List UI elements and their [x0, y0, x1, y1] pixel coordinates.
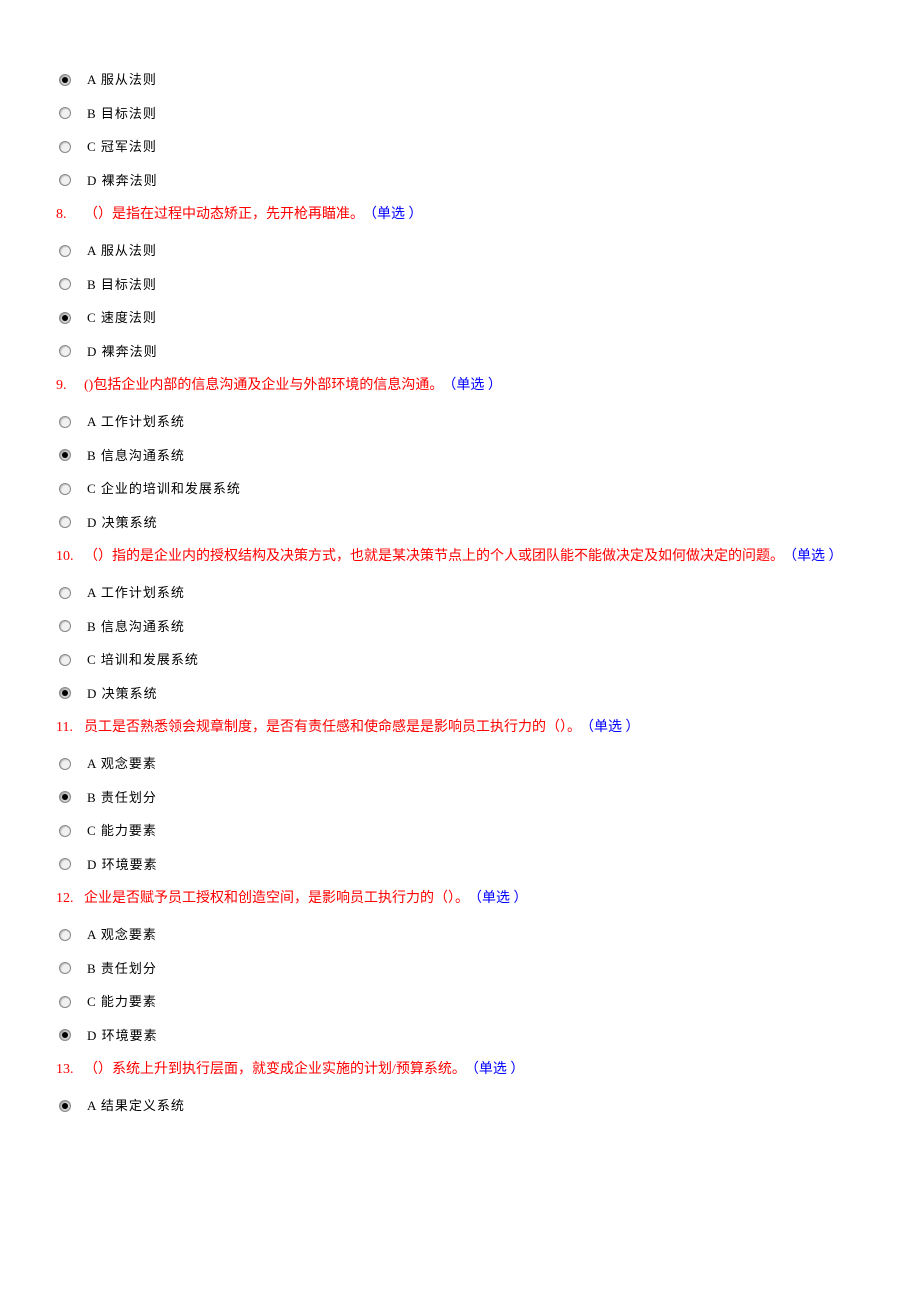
option-label: C 冠军法则: [87, 137, 157, 157]
option-row: C 培训和发展系统: [56, 650, 864, 670]
option-label: B 信息沟通系统: [87, 446, 185, 466]
option-label: A 结果定义系统: [87, 1096, 185, 1116]
question-2: 9.()包括企业内部的信息沟通及企业与外部环境的信息沟通。 （单选 ）: [56, 375, 864, 396]
radio-button[interactable]: [59, 825, 71, 837]
question-number: 10.: [56, 546, 84, 567]
radio-button[interactable]: [59, 858, 71, 870]
question-5: 12.企业是否赋予员工授权和创造空间，是影响员工执行力的（）。 （单选 ）: [56, 888, 864, 909]
option-label: B 目标法则: [87, 275, 157, 295]
option-label: A 观念要素: [87, 925, 157, 945]
option-label: A 工作计划系统: [87, 583, 185, 603]
option-row: C 能力要素: [56, 992, 864, 1012]
radio-button[interactable]: [59, 929, 71, 941]
option-row: A 服从法则: [56, 70, 864, 90]
radio-button[interactable]: [59, 345, 71, 357]
question-number: 8.: [56, 204, 84, 225]
question-3: 10.（）指的是企业内的授权结构及决策方式，也就是某决策节点上的个人或团队能不能…: [56, 546, 864, 567]
radio-button[interactable]: [59, 416, 71, 428]
question-number: 13.: [56, 1059, 84, 1080]
option-row: A 服从法则: [56, 241, 864, 261]
radio-button[interactable]: [59, 174, 71, 186]
option-label: D 裸奔法则: [87, 171, 158, 191]
option-label: D 决策系统: [87, 684, 158, 704]
radio-button[interactable]: [59, 758, 71, 770]
question-type: （单选 ）: [370, 207, 423, 222]
option-row: A 结果定义系统: [56, 1096, 864, 1116]
radio-button[interactable]: [59, 1029, 71, 1041]
question-6: 13.（）系统上升到执行层面，就变成企业实施的计划/预算系统。 （单选 ）: [56, 1059, 864, 1080]
option-label: B 责任划分: [87, 959, 157, 979]
option-row: D 裸奔法则: [56, 342, 864, 362]
option-label: B 目标法则: [87, 104, 157, 124]
option-label: B 责任划分: [87, 788, 157, 808]
option-row: A 工作计划系统: [56, 583, 864, 603]
option-row: D 环境要素: [56, 1026, 864, 1046]
option-label: A 服从法则: [87, 241, 157, 261]
radio-button[interactable]: [59, 654, 71, 666]
radio-button[interactable]: [59, 107, 71, 119]
option-row: A 工作计划系统: [56, 412, 864, 432]
option-row: D 裸奔法则: [56, 171, 864, 191]
option-row: B 责任划分: [56, 959, 864, 979]
option-row: C 能力要素: [56, 821, 864, 841]
question-text: 企业是否赋予员工授权和创造空间，是影响员工执行力的（）。: [84, 891, 469, 906]
option-row: B 责任划分: [56, 788, 864, 808]
option-label: D 环境要素: [87, 855, 158, 875]
radio-button[interactable]: [59, 620, 71, 632]
radio-button[interactable]: [59, 791, 71, 803]
radio-button[interactable]: [59, 278, 71, 290]
radio-button[interactable]: [59, 74, 71, 86]
option-label: D 裸奔法则: [87, 342, 158, 362]
option-label: A 工作计划系统: [87, 412, 185, 432]
option-label: C 能力要素: [87, 992, 157, 1012]
option-label: A 观念要素: [87, 754, 157, 774]
radio-button[interactable]: [59, 587, 71, 599]
question-1: 8.（）是指在过程中动态矫正，先开枪再瞄准。 （单选 ）: [56, 204, 864, 225]
option-label: C 企业的培训和发展系统: [87, 479, 241, 499]
option-row: C 冠军法则: [56, 137, 864, 157]
option-row: B 目标法则: [56, 104, 864, 124]
question-text: （）系统上升到执行层面，就变成企业实施的计划/预算系统。: [84, 1062, 466, 1077]
radio-button[interactable]: [59, 483, 71, 495]
option-label: B 信息沟通系统: [87, 617, 185, 637]
radio-button[interactable]: [59, 996, 71, 1008]
question-type: （单选 ）: [472, 1062, 525, 1077]
question-text: （）指的是企业内的授权结构及决策方式，也就是某决策节点上的个人或团队能不能做决定…: [84, 549, 784, 564]
question-text: 员工是否熟悉领会规章制度，是否有责任感和使命感是是影响员工执行力的（）。: [84, 720, 581, 735]
option-row: B 信息沟通系统: [56, 446, 864, 466]
option-row: B 目标法则: [56, 275, 864, 295]
option-row: A 观念要素: [56, 925, 864, 945]
option-row: D 环境要素: [56, 855, 864, 875]
radio-button[interactable]: [59, 449, 71, 461]
option-label: D 环境要素: [87, 1026, 158, 1046]
question-type: （单选 ）: [475, 891, 528, 906]
option-row: C 速度法则: [56, 308, 864, 328]
radio-button[interactable]: [59, 245, 71, 257]
option-label: C 速度法则: [87, 308, 157, 328]
radio-button[interactable]: [59, 687, 71, 699]
question-type: （单选 ）: [449, 378, 502, 393]
option-row: C 企业的培训和发展系统: [56, 479, 864, 499]
option-row: D 决策系统: [56, 513, 864, 533]
option-row: A 观念要素: [56, 754, 864, 774]
question-type: （单选 ）: [587, 720, 640, 735]
option-label: D 决策系统: [87, 513, 158, 533]
option-row: B 信息沟通系统: [56, 617, 864, 637]
radio-button[interactable]: [59, 312, 71, 324]
radio-button[interactable]: [59, 141, 71, 153]
option-row: D 决策系统: [56, 684, 864, 704]
question-text: ()包括企业内部的信息沟通及企业与外部环境的信息沟通。: [84, 378, 443, 393]
question-number: 12.: [56, 888, 84, 909]
question-type: （单选 ）: [790, 549, 843, 564]
option-label: C 能力要素: [87, 821, 157, 841]
radio-button[interactable]: [59, 1100, 71, 1112]
radio-button[interactable]: [59, 516, 71, 528]
option-label: C 培训和发展系统: [87, 650, 199, 670]
option-label: A 服从法则: [87, 70, 157, 90]
question-4: 11.员工是否熟悉领会规章制度，是否有责任感和使命感是是影响员工执行力的（）。 （…: [56, 717, 864, 738]
question-text: （）是指在过程中动态矫正，先开枪再瞄准。: [84, 207, 364, 222]
question-number: 9.: [56, 375, 84, 396]
question-number: 11.: [56, 717, 84, 738]
radio-button[interactable]: [59, 962, 71, 974]
